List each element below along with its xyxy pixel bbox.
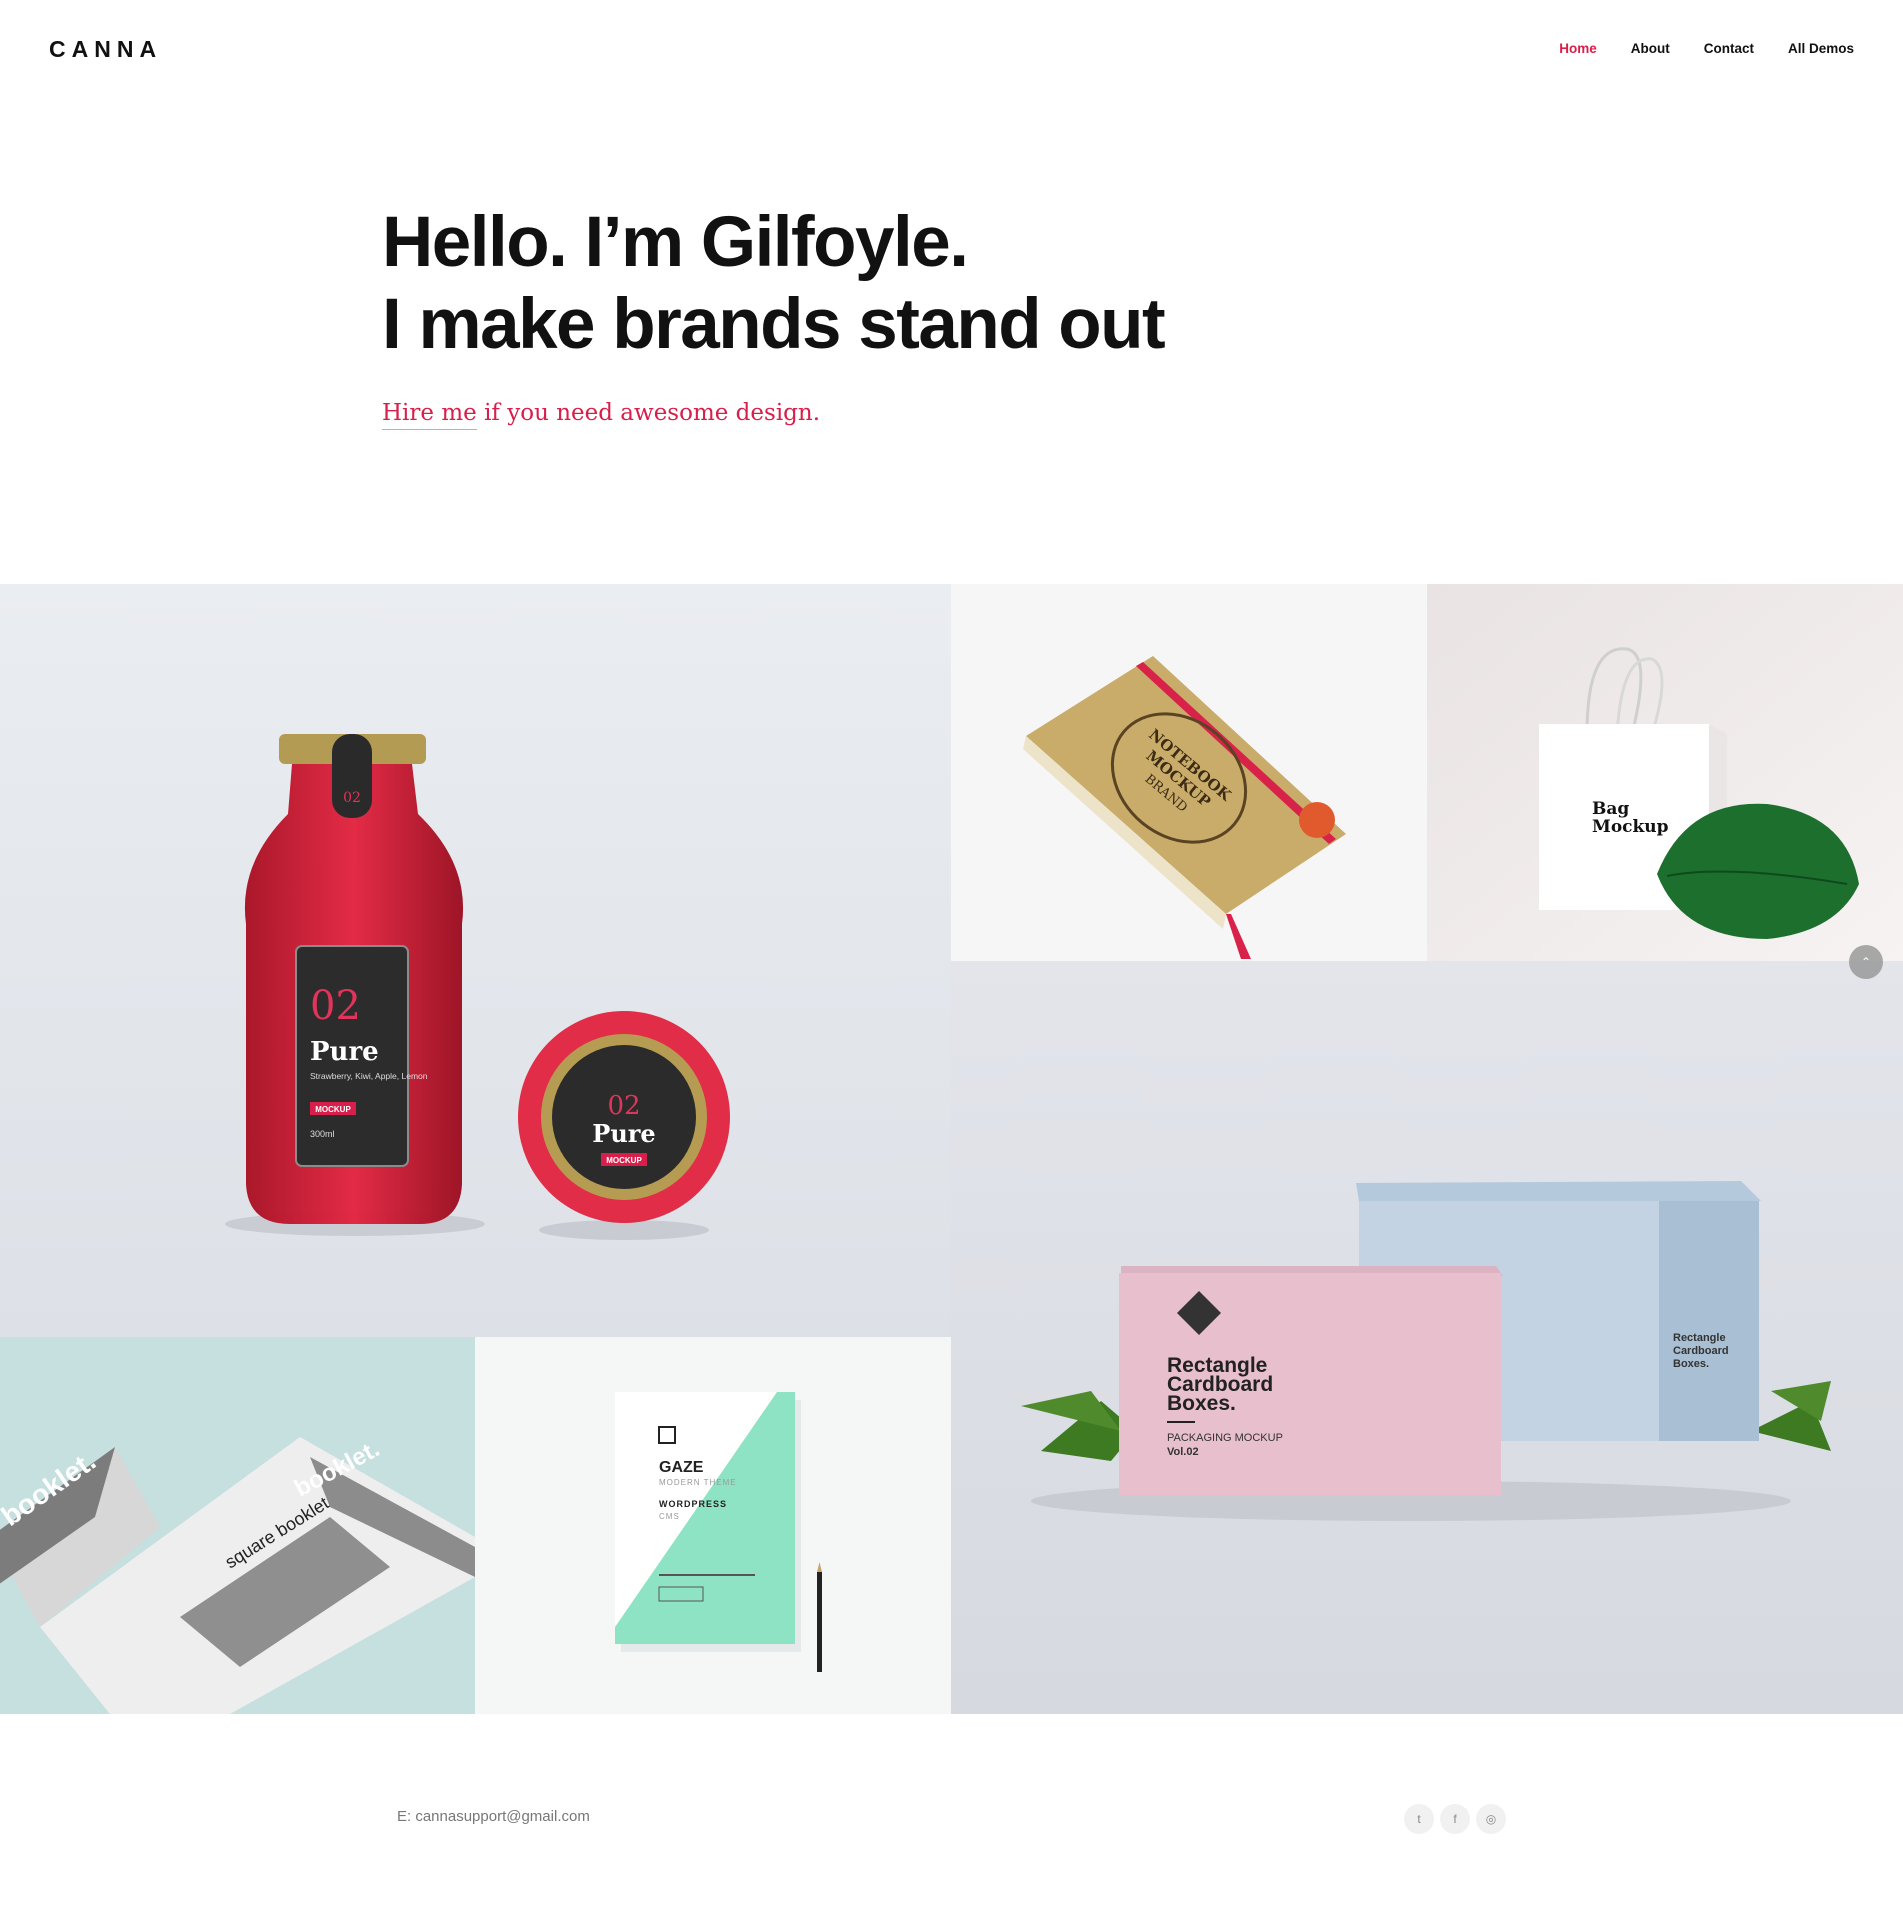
hero-heading: Hello. I’m Gilfoyle. I make brands stand… [382,202,1166,366]
hero-section: Hello. I’m Gilfoyle. I make brands stand… [382,202,1166,430]
bag-image: Bag Mockup [1427,584,1903,961]
portfolio-item-gaze[interactable]: GAZE MODERN THEME WORDPRESS CMS [475,1337,951,1714]
gaze-cms: CMS [659,1512,680,1521]
bottle-cap-number: 02 [343,790,361,806]
label-volume: 300ml [310,1129,335,1139]
portfolio-grid: 02 02 Pure Strawberry, Kiwi, Apple, Lemo… [0,584,1903,1714]
bag-text-1: Bag [1592,799,1629,819]
instagram-icon[interactable]: ◎ [1476,1804,1506,1834]
juice-bottle-image: 02 02 Pure Strawberry, Kiwi, Apple, Lemo… [0,584,951,1337]
booklet-image: square booklet booklet. booklet. [0,1337,475,1714]
gaze-platform: WORDPRESS [659,1499,727,1509]
box-blue-text-3: Boxes. [1673,1358,1709,1370]
jar-number: 02 [607,1091,640,1121]
label-flavors: Strawberry, Kiwi, Apple, Lemon [310,1071,428,1081]
portfolio-item-notebook[interactable]: NOTEBOOK MOCKUP BRAND [951,584,1427,961]
twitter-icon[interactable]: t [1404,1804,1434,1834]
box-blue-text-2: Cardboard [1673,1345,1729,1357]
notebook-image: NOTEBOOK MOCKUP BRAND [951,584,1427,961]
hero-line-2: I make brands stand out [382,285,1166,364]
label-badge: MOCKUP [315,1105,351,1114]
hero-tagline: Hire me if you need awesome design. [382,400,1164,430]
gaze-sub: MODERN THEME [659,1478,737,1487]
gaze-title: GAZE [659,1459,704,1476]
scroll-to-top-button[interactable]: ⌃ [1849,945,1883,979]
box-pink-sub: PACKAGING MOCKUP [1167,1432,1283,1444]
portfolio-item-juice[interactable]: 02 02 Pure Strawberry, Kiwi, Apple, Lemo… [0,584,951,1337]
facebook-icon[interactable]: f [1440,1804,1470,1834]
portfolio-item-booklet[interactable]: square booklet booklet. booklet. [0,1337,475,1714]
gaze-flyer-image: GAZE MODERN THEME WORDPRESS CMS [475,1337,951,1714]
bag-text-2: Mockup [1592,817,1669,837]
social-links: t f ◎ [1404,1804,1506,1834]
footer-email: E: cannasupport@gmail.com [397,1808,590,1825]
box-blue-text-1: Rectangle [1673,1332,1726,1344]
nav-contact[interactable]: Contact [1704,41,1754,56]
hero-line-1: Hello. I’m Gilfoyle. [382,203,969,282]
tagline-rest: if you need awesome design. [476,400,821,426]
portfolio-item-boxes[interactable]: Rectangle Cardboard Boxes. Rectangle Car… [951,961,1903,1714]
chevron-up-icon: ⌃ [1860,955,1872,969]
boxes-image: Rectangle Cardboard Boxes. Rectangle Car… [951,961,1903,1714]
nav-all-demos[interactable]: All Demos [1788,41,1854,56]
label-number: 02 [310,983,361,1029]
site-logo[interactable]: CANNA [49,36,162,63]
nav-about[interactable]: About [1631,41,1670,56]
nav-home[interactable]: Home [1559,41,1597,56]
box-pink-text-3: Boxes. [1167,1392,1236,1415]
main-nav: Home About Contact All Demos [1559,41,1854,56]
box-pink-vol: Vol.02 [1167,1446,1199,1458]
jar-badge: MOCKUP [606,1156,642,1165]
jar-name: Pure [592,1119,655,1148]
portfolio-item-bag[interactable]: Bag Mockup [1427,584,1903,961]
hire-me-link[interactable]: Hire me [382,400,477,430]
label-name: Pure [310,1037,379,1067]
